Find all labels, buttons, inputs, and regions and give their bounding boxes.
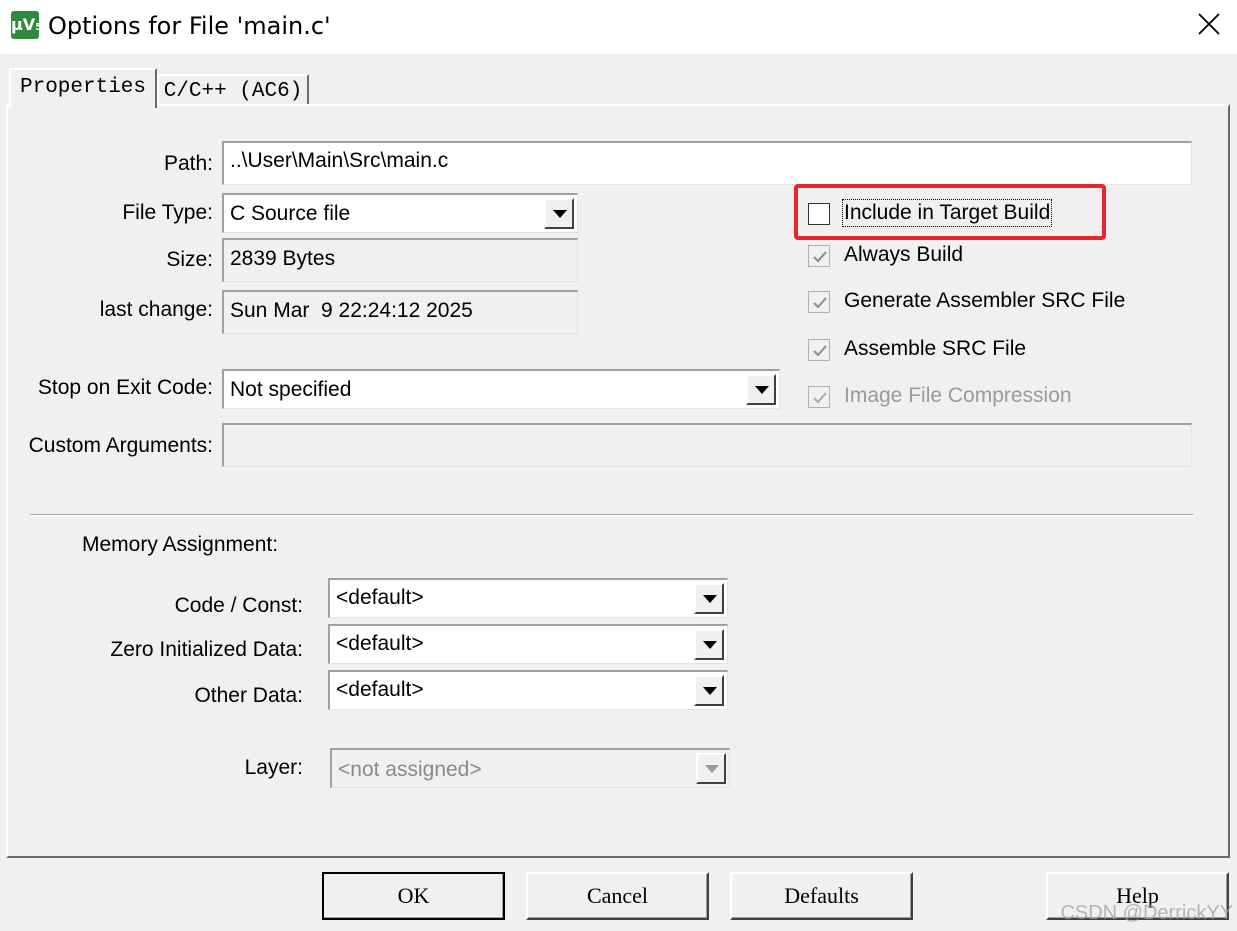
stop-exit-label: Stop on Exit Code: bbox=[37, 376, 213, 399]
layer-label: Layer: bbox=[244, 756, 303, 779]
section-divider bbox=[30, 514, 1193, 516]
include-target-build-checkbox[interactable]: Include in Target Build bbox=[808, 199, 1078, 229]
always-build-label: Always Build bbox=[844, 243, 964, 266]
checkbox-box[interactable] bbox=[808, 245, 830, 267]
stop-exit-value: Not specified bbox=[230, 378, 352, 401]
close-icon bbox=[1198, 13, 1220, 35]
layer-dropdown-icon bbox=[696, 753, 726, 784]
path-value: ..\User\Main\Src\main.c bbox=[230, 149, 449, 172]
zero-init-value: <default> bbox=[336, 632, 424, 655]
file-type-dropdown-icon[interactable] bbox=[544, 198, 574, 229]
custom-args-label: Custom Arguments: bbox=[28, 434, 213, 457]
checkbox-box[interactable] bbox=[808, 203, 830, 225]
always-build-checkbox[interactable]: Always Build bbox=[808, 243, 1008, 271]
file-type-select[interactable]: C Source file bbox=[222, 193, 578, 233]
assemble-src-label: Assemble SRC File bbox=[844, 337, 1027, 360]
size-value: 2839 Bytes bbox=[230, 247, 336, 270]
other-data-dropdown-icon[interactable] bbox=[694, 675, 724, 706]
zero-init-dropdown-icon[interactable] bbox=[694, 629, 724, 660]
file-type-label: File Type: bbox=[122, 201, 213, 224]
last-change-value: Sun Mar 9 22:24:12 2025 bbox=[230, 299, 473, 322]
image-compression-checkbox: Image File Compression bbox=[808, 384, 1088, 412]
code-const-label: Code / Const: bbox=[174, 594, 303, 617]
checkmark-icon bbox=[813, 392, 827, 404]
zero-init-select[interactable]: <default> bbox=[328, 624, 728, 664]
other-data-label: Other Data: bbox=[194, 684, 303, 707]
code-const-value: <default> bbox=[336, 586, 424, 609]
image-compression-label: Image File Compression bbox=[844, 384, 1072, 407]
generate-asm-src-label: Generate Assembler SRC File bbox=[844, 289, 1126, 312]
other-data-select[interactable]: <default> bbox=[328, 670, 728, 710]
layer-select: <not assigned> bbox=[330, 748, 730, 788]
stop-exit-dropdown-icon[interactable] bbox=[746, 374, 776, 405]
layer-value: <not assigned> bbox=[338, 758, 482, 781]
last-change-field: Sun Mar 9 22:24:12 2025 bbox=[222, 290, 578, 334]
checkmark-icon bbox=[813, 345, 827, 357]
size-field: 2839 Bytes bbox=[222, 238, 578, 282]
size-label: Size: bbox=[166, 248, 213, 271]
code-const-dropdown-icon[interactable] bbox=[694, 583, 724, 614]
file-type-value: C Source file bbox=[230, 202, 351, 225]
title-bar: μV5 Options for File 'main.c' bbox=[0, 0, 1237, 54]
memory-assignment-heading: Memory Assignment: bbox=[82, 533, 279, 556]
path-field[interactable]: ..\User\Main\Src\main.c bbox=[222, 141, 1192, 185]
path-label: Path: bbox=[163, 152, 213, 175]
keil-app-icon: μV5 bbox=[11, 11, 42, 39]
assemble-src-checkbox[interactable]: Assemble SRC File bbox=[808, 337, 1048, 365]
generate-asm-src-checkbox[interactable]: Generate Assembler SRC File bbox=[808, 289, 1148, 317]
ok-button[interactable]: OK bbox=[322, 872, 505, 920]
checkbox-box bbox=[808, 386, 830, 408]
code-const-select[interactable]: <default> bbox=[328, 578, 728, 618]
zero-init-label: Zero Initialized Data: bbox=[110, 638, 303, 661]
custom-args-field[interactable] bbox=[222, 423, 1192, 467]
tab-cpp-ac6[interactable]: C/C++ (AC6) bbox=[157, 74, 309, 106]
checkbox-box[interactable] bbox=[808, 291, 830, 313]
defaults-button[interactable]: Defaults bbox=[730, 872, 913, 920]
watermark: CSDN @DerrickYY bbox=[1060, 902, 1233, 924]
checkmark-icon bbox=[813, 251, 827, 263]
include-target-build-label: Include in Target Build bbox=[841, 199, 1053, 227]
other-data-value: <default> bbox=[336, 678, 424, 701]
close-button[interactable] bbox=[1179, 0, 1237, 54]
checkmark-icon bbox=[813, 297, 827, 309]
checkbox-box[interactable] bbox=[808, 339, 830, 361]
window-title: Options for File 'main.c' bbox=[48, 12, 331, 40]
last-change-label: last change: bbox=[99, 298, 213, 321]
tab-properties[interactable]: Properties bbox=[9, 68, 157, 108]
stop-exit-select[interactable]: Not specified bbox=[222, 369, 780, 409]
cancel-button[interactable]: Cancel bbox=[526, 872, 709, 920]
